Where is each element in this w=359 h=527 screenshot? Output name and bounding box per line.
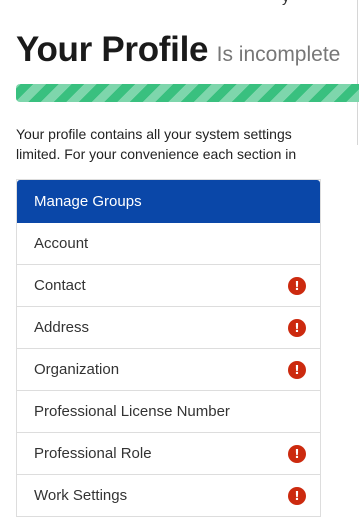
clipped-text-fragment: y bbox=[282, 0, 300, 6]
menu-item-professional-role[interactable]: Professional Role ! bbox=[17, 433, 320, 475]
menu-item-contact[interactable]: Contact ! bbox=[17, 265, 320, 307]
menu-item-account[interactable]: Account bbox=[17, 223, 320, 265]
clipped-text: y bbox=[282, 0, 300, 6]
exclamation-circle-icon: ! bbox=[288, 318, 306, 337]
menu-item-label: Professional Role bbox=[34, 445, 152, 462]
profile-intro-text: Your profile contains all your system se… bbox=[16, 124, 359, 164]
intro-line-1: Your profile contains all your system se… bbox=[16, 126, 292, 142]
profile-progress-bar bbox=[16, 84, 359, 102]
exclamation-circle-icon: ! bbox=[288, 360, 306, 379]
profile-page: y Your Profile Is incomplete Your profil… bbox=[0, 0, 359, 527]
profile-sections-menu: Manage Groups Account Contact ! Address … bbox=[16, 179, 321, 517]
menu-item-label: Organization bbox=[34, 361, 120, 378]
menu-item-label: Account bbox=[34, 235, 89, 252]
menu-item-label: Manage Groups bbox=[34, 192, 142, 210]
menu-item-address[interactable]: Address ! bbox=[17, 307, 320, 349]
menu-item-organization[interactable]: Organization ! bbox=[17, 349, 320, 391]
intro-line-2: limited. For your convenience each secti… bbox=[16, 146, 297, 162]
menu-item-work-settings[interactable]: Work Settings ! bbox=[17, 475, 320, 517]
profile-status-label: Is incomplete bbox=[216, 43, 341, 66]
exclamation-circle-icon: ! bbox=[288, 444, 306, 463]
exclamation-circle-icon: ! bbox=[288, 276, 306, 295]
menu-item-label: Work Settings bbox=[34, 487, 128, 504]
menu-item-professional-license-number[interactable]: Professional License Number bbox=[17, 391, 320, 433]
menu-item-label: Professional License Number bbox=[34, 403, 230, 420]
exclamation-circle-icon: ! bbox=[288, 486, 306, 505]
menu-item-manage-groups[interactable]: Manage Groups bbox=[17, 180, 320, 223]
page-title: Your Profile bbox=[16, 30, 209, 69]
menu-item-label: Contact bbox=[34, 277, 86, 294]
page-title-row: Your Profile Is incomplete bbox=[16, 30, 340, 70]
menu-item-label: Address bbox=[34, 319, 90, 336]
